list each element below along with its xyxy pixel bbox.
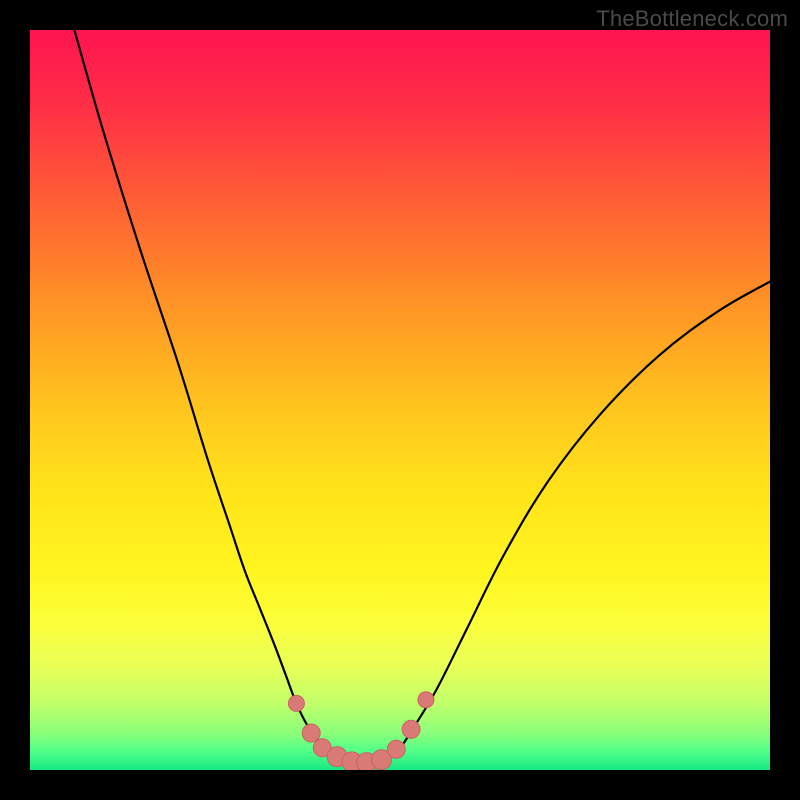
curve-markers <box>288 692 434 770</box>
bottleneck-curve <box>74 30 770 763</box>
chart-curves-layer <box>30 30 770 770</box>
curve-marker <box>302 724 320 742</box>
curve-marker <box>288 695 304 711</box>
curve-marker <box>387 740 405 758</box>
plot-area <box>30 30 770 770</box>
curve-marker <box>418 692 434 708</box>
curve-marker <box>402 720 420 738</box>
chart-frame: TheBottleneck.com <box>0 0 800 800</box>
watermark-text: TheBottleneck.com <box>596 6 788 32</box>
